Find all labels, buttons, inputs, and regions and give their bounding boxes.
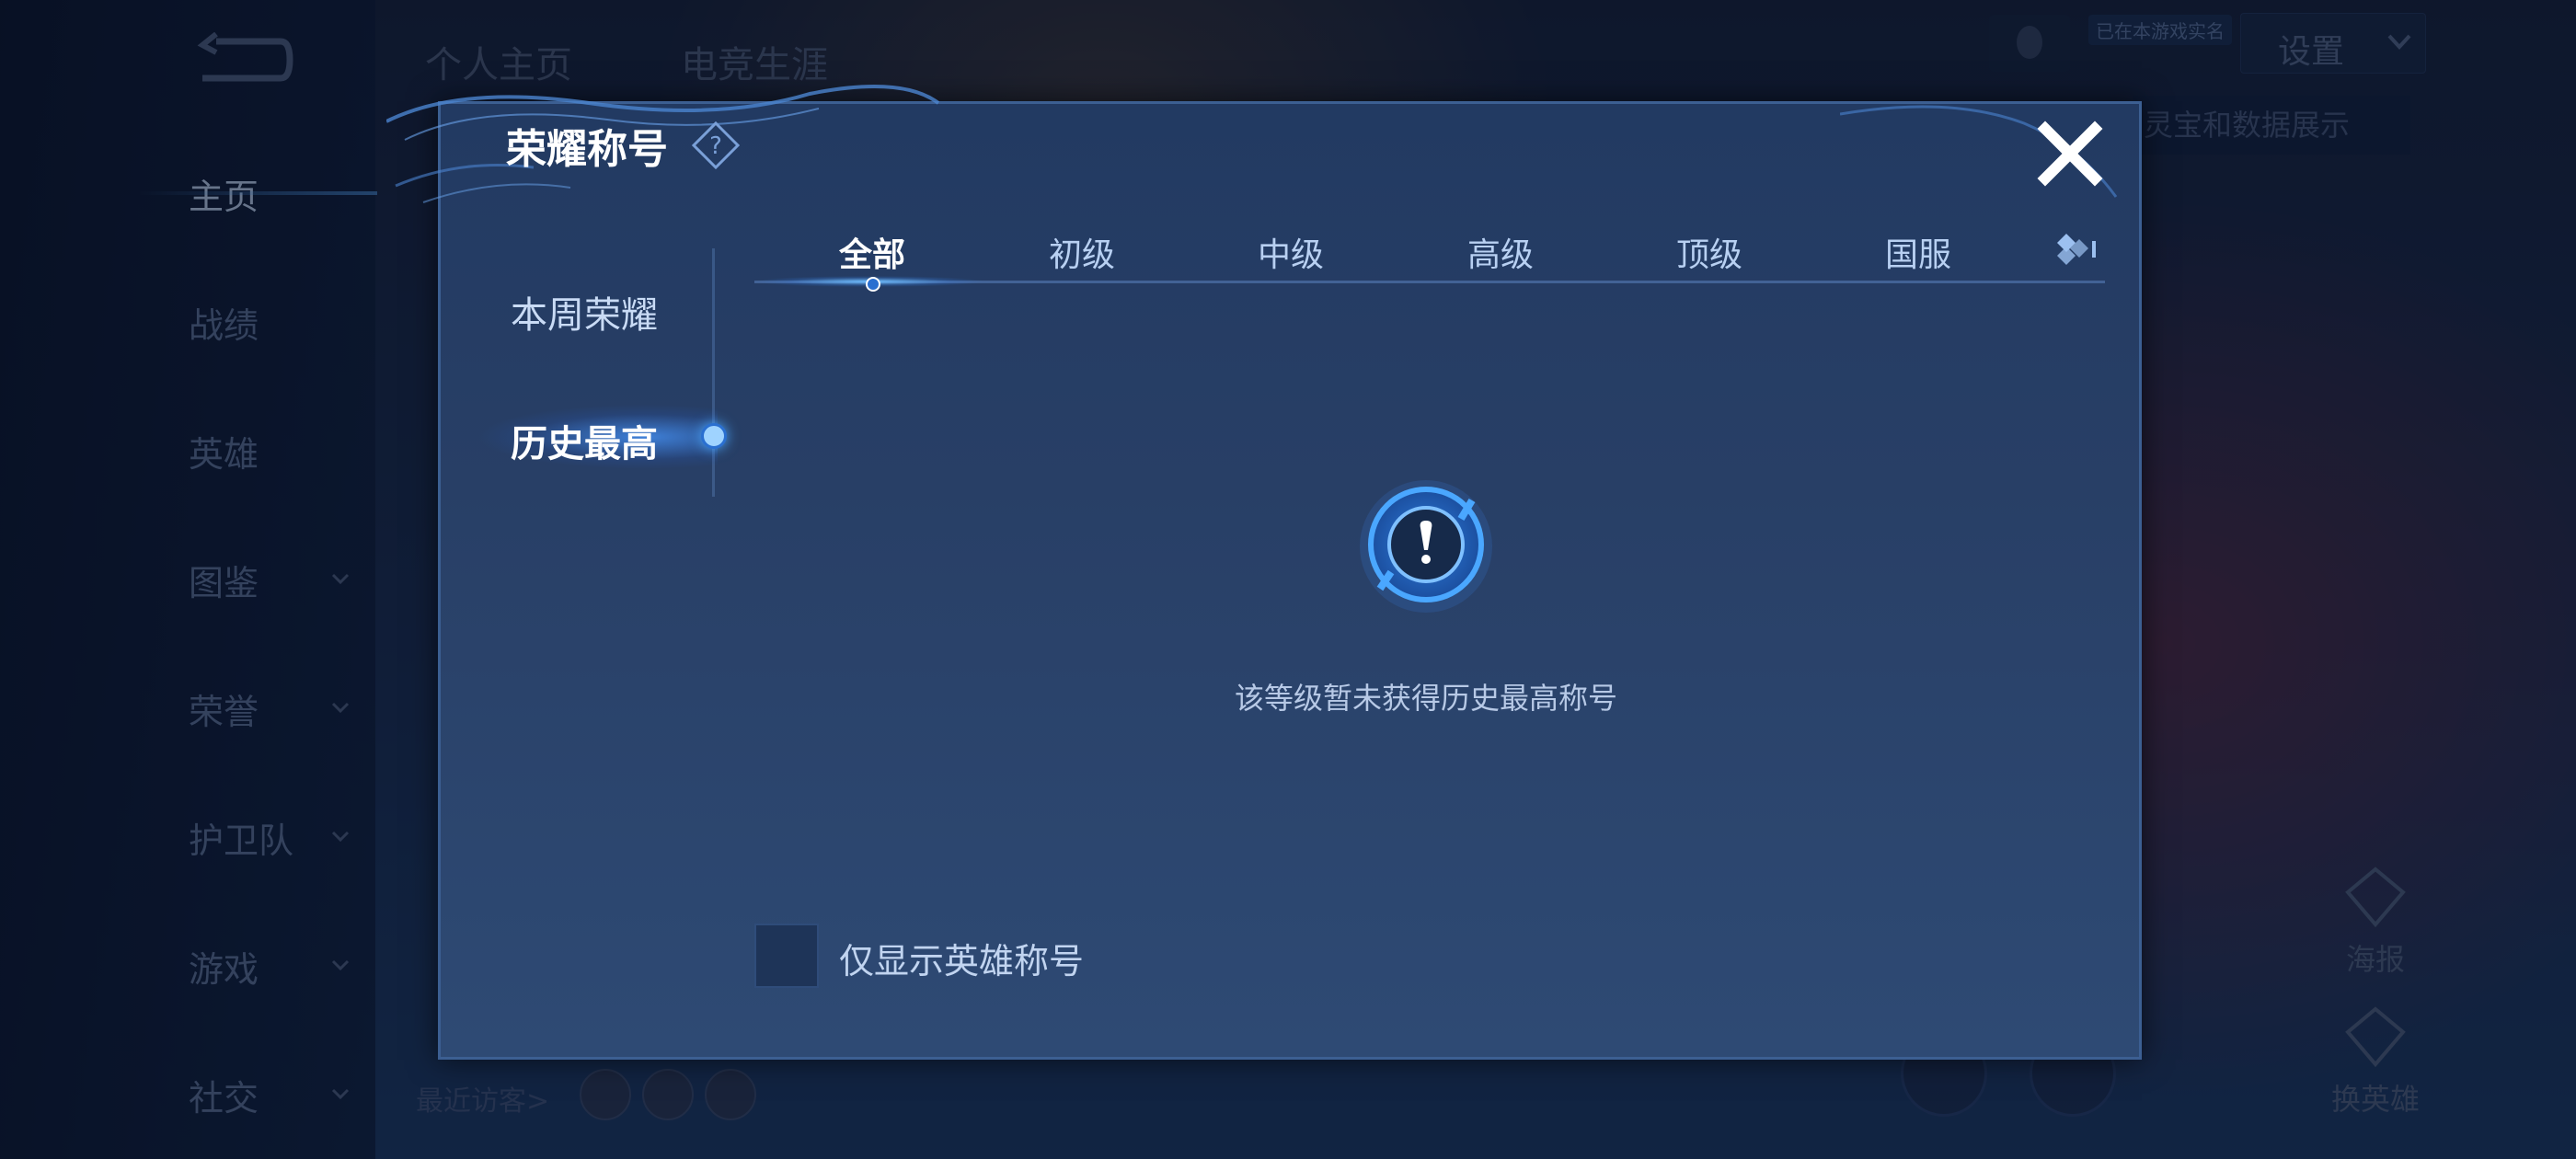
tab-top[interactable]: 顶级 [1676, 228, 1742, 276]
tab-all[interactable]: 全部 [839, 228, 905, 276]
tab-national[interactable]: 国服 [1885, 228, 1951, 276]
close-icon[interactable] [2036, 120, 2104, 188]
active-tab-dot [866, 277, 880, 292]
tab-intermediate[interactable]: 中级 [1258, 228, 1324, 276]
hero-title-only-checkbox[interactable] [754, 924, 819, 988]
svg-text:?: ? [709, 132, 722, 160]
side-tab-history-best[interactable]: 历史最高 [511, 414, 658, 467]
more-tabs-icon[interactable] [2053, 230, 2098, 267]
tab-beginner[interactable]: 初级 [1049, 228, 1115, 276]
empty-state-icon [1360, 480, 1492, 613]
dialog-title: 荣耀称号 [506, 126, 668, 173]
empty-state-message: 该等级暂未获得历史最高称号 [1234, 681, 1617, 716]
tab-advanced[interactable]: 高级 [1467, 228, 1534, 276]
game-screen: 主页 战绩 英雄 图鉴 荣誉 护卫队 游戏 社交 个人主页 电竞生涯 已在本游戏… [0, 0, 2576, 1159]
help-icon[interactable]: ? [692, 121, 740, 169]
hero-title-only-label: 仅显示英雄称号 [839, 941, 1085, 981]
side-tab-indicator [701, 423, 727, 449]
side-tab-weekly[interactable]: 本周荣耀 [511, 285, 658, 339]
